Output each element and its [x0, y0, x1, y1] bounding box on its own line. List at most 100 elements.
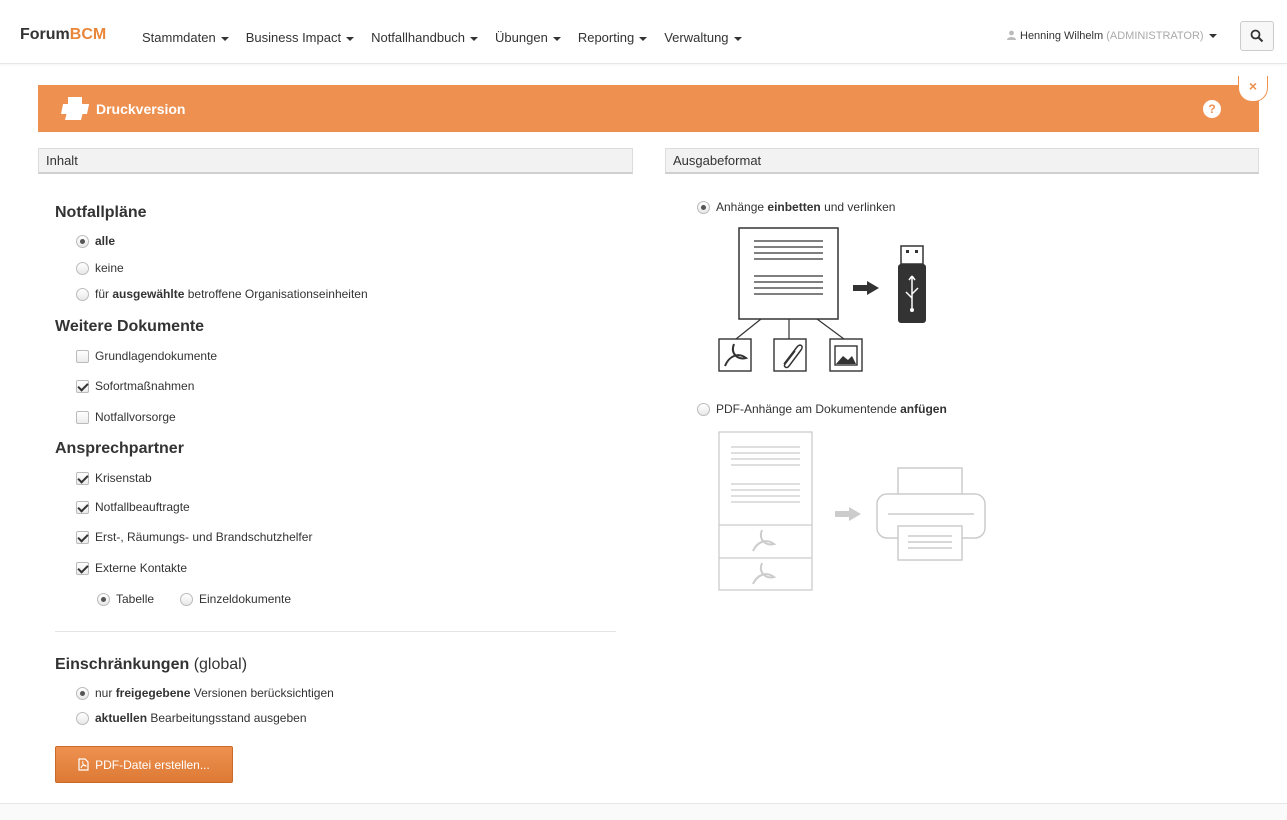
- nav-item-stammdaten[interactable]: Stammdaten: [142, 30, 229, 45]
- option-label-bold: anfügen: [900, 402, 947, 416]
- radio-button[interactable]: [180, 592, 193, 606]
- radio-einzeldokumente[interactable]: Einzeldokumente: [180, 592, 291, 606]
- option-label-rest: und verlinken: [824, 200, 896, 214]
- checkbox[interactable]: [76, 410, 89, 424]
- option-label-rest: betroffene Organisationseinheiten: [187, 287, 368, 301]
- radio-button[interactable]: [697, 402, 710, 416]
- checkbox-sofortmassnahmen[interactable]: Sofortmaßnahmen: [76, 379, 194, 393]
- search-button[interactable]: [1240, 21, 1274, 51]
- radio-button[interactable]: [76, 261, 89, 275]
- radio-button[interactable]: [76, 287, 89, 301]
- radio-notfallplaene-ausgewaehlte[interactable]: für ausgewählte betroffene Organisations…: [76, 287, 368, 301]
- panel-header: Druckversion ?: [38, 85, 1259, 132]
- radio-button[interactable]: [76, 711, 89, 725]
- checkbox[interactable]: [76, 561, 89, 575]
- help-icon[interactable]: ?: [1203, 100, 1221, 118]
- option-label-rest: Bearbeitungsstand ausgeben: [150, 711, 307, 725]
- caret-down-icon: [552, 36, 561, 41]
- option-label: alle: [95, 234, 116, 248]
- checkbox-grundlagendokumente[interactable]: Grundlagendokumente: [76, 349, 217, 363]
- append-illustration: [718, 431, 986, 591]
- nav-item-verwaltung[interactable]: Verwaltung: [664, 30, 742, 45]
- option-label-bold: aktuellen: [95, 711, 148, 725]
- heading-notfallplaene: Notfallpläne: [55, 204, 147, 221]
- section-inhalt: Inhalt: [38, 148, 633, 174]
- user-name: Henning Wilhelm: [1020, 30, 1104, 42]
- radio-aktuellen[interactable]: aktuellen Bearbeitungsstand ausgeben: [76, 711, 307, 725]
- radio-notfallplaene-keine[interactable]: keine: [76, 261, 124, 275]
- checkbox-label: Notfallvorsorge: [95, 410, 176, 424]
- option-label-pre: Anhänge: [716, 200, 765, 214]
- heading-ansprechpartner: Ansprechpartner: [55, 440, 184, 457]
- radio-einbetten[interactable]: Anhänge einbetten und verlinken: [697, 200, 895, 214]
- document-stack-icon: [718, 431, 813, 591]
- button-label: PDF-Datei erstellen...: [95, 757, 210, 772]
- panel-title: Druckversion: [96, 101, 186, 117]
- embed-illustration: [718, 227, 926, 372]
- checkbox[interactable]: [76, 500, 89, 514]
- option-label-pre: nur: [95, 686, 113, 700]
- checkbox-notfallvorsorge[interactable]: Notfallvorsorge: [76, 410, 176, 424]
- radio-anfuegen[interactable]: PDF-Anhänge am Dokumentende anfügen: [697, 402, 947, 416]
- radio-tabelle[interactable]: Tabelle: [97, 592, 154, 606]
- checkbox-label: Grundlagendokumente: [95, 349, 218, 363]
- image-icon: [829, 338, 863, 372]
- checkbox-label: Erst-, Räumungs- und Brandschutzhelfer: [95, 530, 313, 544]
- user-role: (ADMINISTRATOR): [1106, 30, 1204, 42]
- nav-item-notfallhandbuch[interactable]: Notfallhandbuch: [371, 30, 479, 45]
- option-label-rest: Versionen berücksichtigen: [193, 686, 334, 700]
- nav-item-uebungen[interactable]: Übungen: [495, 30, 561, 45]
- radio-button[interactable]: [97, 592, 110, 606]
- arrow-right-icon: [853, 281, 879, 295]
- checkbox-helfer[interactable]: Erst-, Räumungs- und Brandschutzhelfer: [76, 530, 312, 544]
- option-label: Tabelle: [116, 592, 155, 606]
- checkbox-label: Krisenstab: [95, 471, 152, 485]
- option-label-bold: einbetten: [767, 200, 821, 214]
- nav-label: Business Impact: [245, 30, 342, 45]
- option-label: keine: [95, 261, 124, 275]
- create-pdf-button[interactable]: PDF-Datei erstellen...: [55, 746, 233, 783]
- radio-notfallplaene-alle[interactable]: alle: [76, 234, 115, 248]
- radio-button[interactable]: [76, 234, 89, 248]
- checkbox-label: Externe Kontakte: [95, 561, 188, 575]
- heading-einschraenkungen: Einschränkungen (global): [55, 656, 247, 674]
- option-label-bold: ausgewählte: [112, 287, 185, 301]
- heading-light: (global): [193, 656, 248, 673]
- radio-freigegebene[interactable]: nur freigegebene Versionen berücksichtig…: [76, 686, 334, 700]
- nav-item-business-impact[interactable]: Business Impact: [245, 30, 355, 45]
- checkbox[interactable]: [76, 530, 89, 544]
- nav-label: Stammdaten: [142, 30, 216, 45]
- top-navbar: ForumBCM Stammdaten Business Impact Notf…: [0, 0, 1287, 64]
- checkbox[interactable]: [76, 471, 89, 485]
- option-label: Einzeldokumente: [199, 592, 292, 606]
- radio-button[interactable]: [697, 200, 710, 214]
- caret-down-icon: [220, 36, 229, 41]
- checkbox-krisenstab[interactable]: Krisenstab: [76, 471, 152, 485]
- separator: [55, 631, 616, 632]
- search-icon: [1250, 29, 1264, 43]
- printer-icon: [60, 97, 90, 120]
- checkbox-notfallbeauftragte[interactable]: Notfallbeauftragte: [76, 500, 190, 514]
- pdf-file-icon: [78, 758, 89, 771]
- nav-label: Verwaltung: [664, 30, 729, 45]
- option-label-pre: für: [95, 287, 110, 301]
- checkbox-externe-kontakte[interactable]: Externe Kontakte: [76, 561, 187, 575]
- caret-down-icon: [733, 36, 742, 41]
- close-button[interactable]: ×: [1238, 76, 1268, 102]
- user-menu[interactable]: Henning Wilhelm (ADMINISTRATOR): [1007, 30, 1217, 42]
- footer-bar: [0, 803, 1287, 820]
- radio-button[interactable]: [76, 686, 89, 700]
- checkbox[interactable]: [76, 349, 89, 363]
- document-icon: [738, 227, 839, 320]
- pdf-icon: [718, 338, 752, 372]
- section-title: Inhalt: [46, 153, 78, 168]
- nav-label: Übungen: [495, 30, 548, 45]
- nav-item-reporting[interactable]: Reporting: [578, 30, 648, 45]
- brand-logo[interactable]: ForumBCM: [20, 26, 106, 44]
- brand-suffix: BCM: [69, 26, 107, 43]
- checkbox[interactable]: [76, 379, 89, 393]
- caret-down-icon: [639, 36, 648, 41]
- checkbox-label: Sofortmaßnahmen: [95, 379, 195, 393]
- paperclip-icon: [773, 338, 807, 372]
- brand-prefix: Forum: [20, 26, 70, 43]
